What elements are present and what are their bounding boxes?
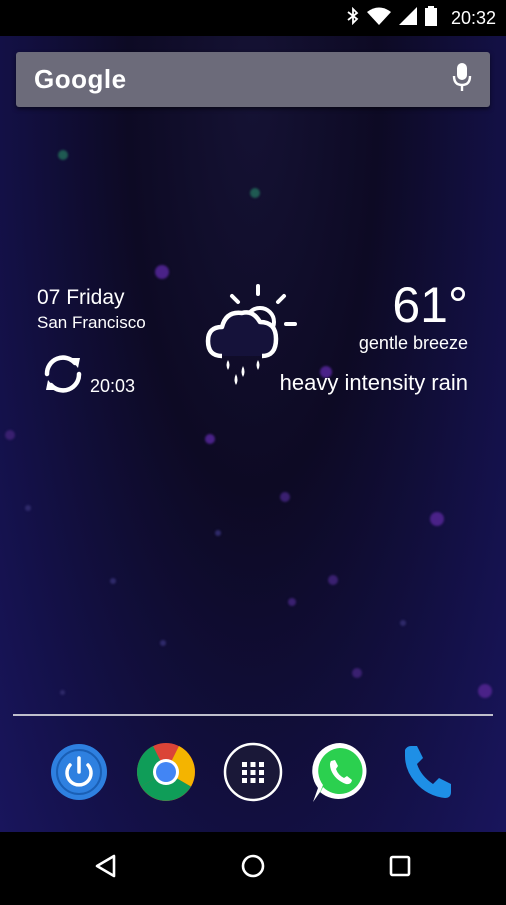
google-logo: Google: [34, 64, 127, 94]
last-updated-time: 20:03: [90, 376, 136, 396]
bluetooth-icon: [347, 6, 359, 30]
refresh-icon[interactable]: [39, 352, 87, 394]
particle: [288, 598, 296, 606]
recents-icon[interactable]: [360, 832, 440, 900]
wifi-icon: [366, 7, 391, 30]
wind-description: gentle breeze: [358, 333, 468, 353]
battery-icon: [424, 5, 437, 31]
particle: [352, 668, 362, 678]
particle: [430, 512, 444, 526]
particle: [58, 150, 68, 160]
navigation-bar: [0, 832, 506, 900]
whatsapp-app[interactable]: [310, 740, 370, 804]
weather-condition: heavy intensity rain: [279, 370, 468, 395]
particle: [160, 640, 166, 646]
particle: [205, 434, 215, 444]
status-time: 20:32: [450, 7, 496, 28]
signal-icon: [398, 6, 417, 30]
particle: [60, 690, 65, 695]
home-icon[interactable]: [213, 832, 293, 900]
chrome-app[interactable]: [136, 740, 196, 804]
temperature: 61°: [392, 277, 468, 333]
particle: [280, 492, 290, 502]
status-bar: 20:32: [0, 0, 506, 36]
back-icon[interactable]: [66, 832, 146, 900]
particle: [400, 620, 406, 626]
particle: [478, 684, 492, 698]
app-drawer[interactable]: [223, 740, 283, 804]
particle: [25, 505, 31, 511]
date-label: 07 Friday: [37, 286, 125, 309]
particle: [328, 575, 338, 585]
particle: [155, 265, 169, 279]
particle: [250, 188, 260, 198]
dock: [0, 740, 506, 815]
power-app[interactable]: [49, 740, 109, 804]
google-search-bar[interactable]: Google: [16, 52, 490, 107]
particle: [110, 578, 116, 584]
city-label: San Francisco: [37, 313, 146, 332]
particle: [5, 430, 15, 440]
dock-divider: [13, 714, 493, 716]
mic-icon[interactable]: [452, 62, 472, 97]
particle: [215, 530, 221, 536]
phone-app[interactable]: [397, 740, 457, 804]
